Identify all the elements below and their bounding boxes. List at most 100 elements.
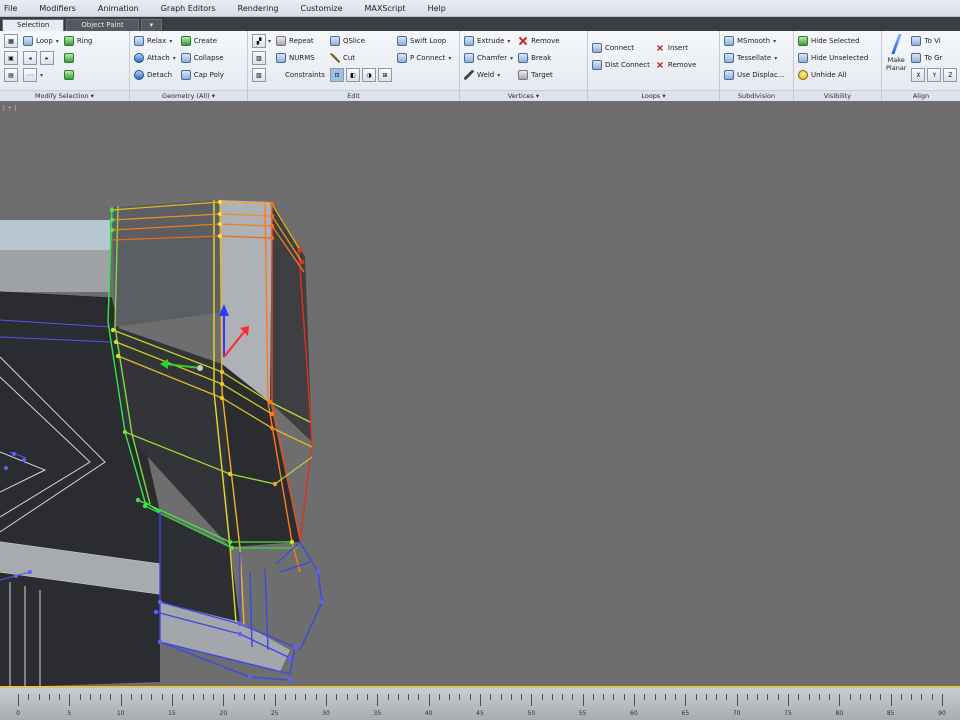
panel-footer-subdivision[interactable]: Subdivision bbox=[720, 90, 793, 101]
align-z-icon[interactable]: Z bbox=[943, 68, 958, 82]
loop-button[interactable]: Loop ▾ bbox=[23, 34, 59, 48]
msmooth-button[interactable]: MSmooth ▾ bbox=[724, 34, 785, 48]
connect-button[interactable]: Connect bbox=[592, 41, 650, 55]
panel-footer-visibility[interactable]: Visibility bbox=[794, 90, 881, 101]
panel-footer-modify-selection[interactable]: Modify Selection ▾ bbox=[0, 90, 129, 101]
loop-extra-row[interactable]: ⋯ ▾ bbox=[23, 68, 59, 82]
qslice-button[interactable]: QSlice bbox=[329, 34, 392, 48]
attach-button[interactable]: Attach ▾ bbox=[134, 51, 176, 65]
relax-button[interactable]: Relax ▾ bbox=[134, 34, 176, 48]
viewport-label[interactable]: [ + ] bbox=[3, 105, 17, 112]
chamfer-button[interactable]: Chamfer ▾ bbox=[464, 51, 513, 65]
panel-footer-edit[interactable]: Edit bbox=[248, 90, 459, 101]
remove-vertex-button[interactable]: Remove bbox=[518, 34, 559, 48]
chamfer-dropdown-icon[interactable]: ▾ bbox=[510, 55, 513, 62]
align-axis-row: XYZ bbox=[911, 68, 958, 82]
insert-loop-button[interactable]: Insert bbox=[655, 41, 696, 55]
grow-selection-icon[interactable]: ▦ bbox=[4, 34, 18, 48]
to-grid-button[interactable]: To Gr bbox=[911, 51, 957, 65]
break-button[interactable]: Break bbox=[518, 51, 559, 65]
align-x-icon[interactable]: X bbox=[911, 68, 926, 82]
menu-animation[interactable]: Animation bbox=[87, 4, 150, 13]
loop-dropdown-icon[interactable]: ▾ bbox=[56, 38, 59, 45]
tessellate-button[interactable]: Tessellate ▾ bbox=[724, 51, 785, 65]
timeline-tick bbox=[634, 694, 635, 706]
extrude-dropdown-icon[interactable]: ▾ bbox=[507, 38, 510, 45]
p-connect-button[interactable]: P Connect ▾ bbox=[396, 51, 451, 65]
loop-options-row[interactable]: ◂ ▸ bbox=[23, 51, 59, 65]
loop-extra-icon[interactable]: ⋯ bbox=[23, 68, 37, 82]
timeline-tick bbox=[397, 694, 399, 700]
ring-next-row[interactable] bbox=[63, 68, 93, 82]
cap-poly-button[interactable]: Cap Poly bbox=[180, 68, 224, 82]
relax-dropdown-icon[interactable]: ▾ bbox=[169, 38, 172, 45]
create-button[interactable]: Create bbox=[180, 34, 224, 48]
panel-footer-vertices[interactable]: Vertices ▾ bbox=[460, 90, 587, 101]
timeline-tick bbox=[818, 694, 820, 700]
target-button[interactable]: Target bbox=[518, 68, 559, 82]
menu-file[interactable]: File bbox=[0, 4, 28, 13]
remove-loop-button[interactable]: Remove bbox=[655, 58, 696, 72]
constraint-none-icon[interactable]: ⊡ bbox=[329, 68, 344, 82]
hide-selected-button[interactable]: Hide Selected bbox=[798, 34, 868, 48]
timeline-tick bbox=[931, 694, 933, 700]
to-view-button[interactable]: To Vi bbox=[911, 34, 957, 48]
collapse-icon bbox=[180, 53, 191, 63]
ring-prev-row[interactable] bbox=[63, 51, 93, 65]
loop-extra-dropdown-icon[interactable]: ▾ bbox=[40, 72, 43, 79]
panel-footer-loops[interactable]: Loops ▾ bbox=[588, 90, 719, 101]
timeline-tick bbox=[890, 694, 892, 706]
tab-selection[interactable]: Selection bbox=[2, 19, 65, 31]
timeline-tick bbox=[110, 694, 112, 700]
shrink-selection-icon[interactable]: ▣ bbox=[4, 51, 18, 65]
tab-object-paint[interactable]: Object Paint bbox=[66, 19, 139, 31]
repeat-button[interactable]: Repeat bbox=[276, 34, 325, 48]
tab-dropdown-button[interactable]: ▾ bbox=[140, 19, 163, 31]
detach-button[interactable]: Detach bbox=[134, 68, 176, 82]
p-connect-dropdown-icon[interactable]: ▾ bbox=[448, 55, 451, 62]
use-displace-button[interactable]: Use Displac... bbox=[724, 68, 785, 82]
make-planar-button[interactable]: Make Planar bbox=[886, 34, 906, 82]
collapse-button[interactable]: Collapse bbox=[180, 51, 224, 65]
menu-modifiers[interactable]: Modifiers bbox=[28, 4, 87, 13]
panel-footer-align[interactable]: Align bbox=[882, 90, 960, 101]
perspective-viewport[interactable]: [ + ] bbox=[0, 102, 960, 686]
timeline-tick bbox=[326, 694, 327, 706]
edit-tool-1-dropdown-icon[interactable]: ▾ bbox=[268, 38, 271, 45]
menu-customize[interactable]: Customize bbox=[290, 4, 354, 13]
constraint-edge-icon[interactable]: ◧ bbox=[345, 68, 360, 82]
constraint-normal-icon[interactable]: ⊞ bbox=[377, 68, 392, 82]
nurms-button[interactable]: NURMS bbox=[276, 51, 325, 65]
panel-footer-geometry-all[interactable]: Geometry (All) ▾ bbox=[130, 90, 247, 101]
menu-graph-editors[interactable]: Graph Editors bbox=[150, 4, 227, 13]
weld-dropdown-icon[interactable]: ▾ bbox=[497, 72, 500, 79]
gizmo-center[interactable] bbox=[197, 365, 203, 371]
menu-help[interactable]: Help bbox=[417, 4, 457, 13]
timeline-tick bbox=[233, 694, 235, 700]
menu-rendering[interactable]: Rendering bbox=[227, 4, 290, 13]
loop-prev-icon[interactable]: ◂ bbox=[23, 51, 37, 65]
dist-connect-button[interactable]: Dist Connect bbox=[592, 58, 650, 72]
unhide-all-button[interactable]: Unhide All bbox=[798, 68, 868, 82]
panel-geometry-all: Relax ▾ Attach ▾ Detach Create Collapse Ca… bbox=[130, 31, 248, 101]
loop-next-icon[interactable]: ▸ bbox=[40, 51, 54, 65]
msmooth-dropdown-icon[interactable]: ▾ bbox=[773, 38, 776, 45]
extrude-button[interactable]: Extrude ▾ bbox=[464, 34, 513, 48]
swift-loop-button[interactable]: Swift Loop bbox=[396, 34, 451, 48]
align-y-icon[interactable]: Y bbox=[927, 68, 942, 82]
tessellate-dropdown-icon[interactable]: ▾ bbox=[774, 55, 777, 62]
cut-button[interactable]: Cut bbox=[329, 51, 392, 65]
hide-unselected-button[interactable]: Hide Unselected bbox=[798, 51, 868, 65]
similar-selection-icon[interactable]: ▤ bbox=[4, 68, 18, 82]
constraint-face-icon[interactable]: ◑ bbox=[361, 68, 376, 82]
attach-dropdown-icon[interactable]: ▾ bbox=[173, 55, 176, 62]
timeline-tick-label: 90 bbox=[938, 710, 946, 717]
constraints-row: Constraints bbox=[276, 68, 325, 82]
weld-button[interactable]: Weld ▾ bbox=[464, 68, 513, 82]
edit-tool-3-icon[interactable]: ▨ bbox=[252, 68, 266, 82]
menu-maxscript[interactable]: MAXScript bbox=[354, 4, 417, 13]
edit-tool-2-icon[interactable]: ▧ bbox=[252, 51, 266, 65]
edit-tool-1-icon[interactable]: ▞ bbox=[252, 34, 266, 48]
timeline-ruler[interactable]: 0 5 10 15 20 25 30 35 40 45 50 55 60 65 70 75 80 85 90 bbox=[0, 686, 960, 720]
ring-button[interactable]: Ring bbox=[63, 34, 93, 48]
